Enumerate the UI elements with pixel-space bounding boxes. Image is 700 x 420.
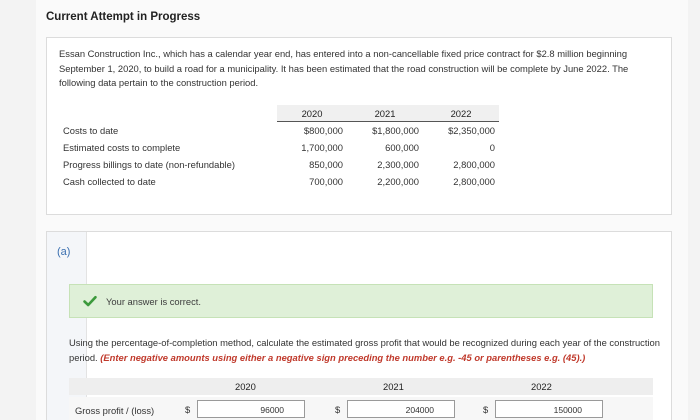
currency-symbol: $ (335, 404, 341, 415)
cell-value: 1,700,000 (301, 141, 343, 153)
answer-col-year: 2021 (383, 381, 404, 392)
col-header-year: 2022 (423, 105, 499, 122)
table-row: Progress billings to date (non-refundabl… (61, 156, 499, 173)
problem-text: Essan Construction Inc., which has a cal… (59, 48, 629, 88)
question-instructions: Using the percentage-of-completion metho… (69, 336, 665, 365)
currency-symbol: $ (483, 404, 489, 415)
cell-value: $2,350,000 (448, 124, 495, 136)
gross-profit-input-2020[interactable]: 96000 (197, 400, 305, 418)
cell-value: $800,000 (303, 124, 343, 136)
answer-table-header: 2020 2021 2022 (69, 378, 653, 395)
table-header-row: 2020 2021 2022 (61, 105, 499, 122)
table-header-blank (61, 105, 277, 122)
problem-statement: Essan Construction Inc., which has a cal… (46, 37, 672, 215)
part-a-section: (a) Your answer is correct. Using the pe… (46, 231, 672, 420)
cell-value: 2,200,000 (377, 175, 419, 187)
cell-value: $1,800,000 (372, 124, 419, 136)
part-label: (a) (57, 246, 71, 258)
currency-symbol: $ (185, 404, 191, 415)
gross-profit-input-2022[interactable]: 150000 (495, 400, 603, 418)
row-label: Progress billings to date (non-refundabl… (63, 158, 235, 170)
construction-data-table: 2020 2021 2022 Costs to date $800,000 $1… (61, 105, 499, 190)
cell-value: 850,000 (309, 158, 343, 170)
gross-profit-input-2021[interactable]: 204000 (347, 400, 455, 418)
cell-value: 2,800,000 (453, 158, 495, 170)
row-label: Estimated costs to complete (63, 141, 181, 153)
feedback-message: Your answer is correct. (106, 296, 202, 307)
cell-value: 0 (489, 141, 495, 153)
correct-feedback-banner: Your answer is correct. (69, 284, 653, 318)
table-row: Estimated costs to complete 1,700,000 60… (61, 139, 499, 156)
cell-value: 2,300,000 (377, 158, 419, 170)
row-label: Cash collected to date (63, 175, 156, 187)
cell-value: 600,000 (385, 141, 419, 153)
cell-value: 700,000 (309, 175, 343, 187)
page-title: Current Attempt in Progress (46, 11, 201, 23)
gross-profit-row: Gross profit / (loss) $ 96000 $ 204000 $… (69, 397, 653, 420)
table-row: Cash collected to date 700,000 2,200,000… (61, 173, 499, 190)
answer-col-year: 2020 (235, 381, 256, 392)
col-header-year: 2021 (347, 105, 423, 122)
checkmark-icon (83, 295, 97, 307)
col-header-year: 2020 (277, 105, 347, 122)
cell-value: 2,800,000 (453, 175, 495, 187)
row-label: Costs to date (63, 124, 119, 136)
gross-profit-label: Gross profit / (loss) (75, 405, 155, 416)
answer-col-year: 2022 (531, 381, 552, 392)
entry-hint: (Enter negative amounts using either a n… (100, 351, 586, 363)
table-row: Costs to date $800,000 $1,800,000 $2,350… (61, 122, 499, 139)
